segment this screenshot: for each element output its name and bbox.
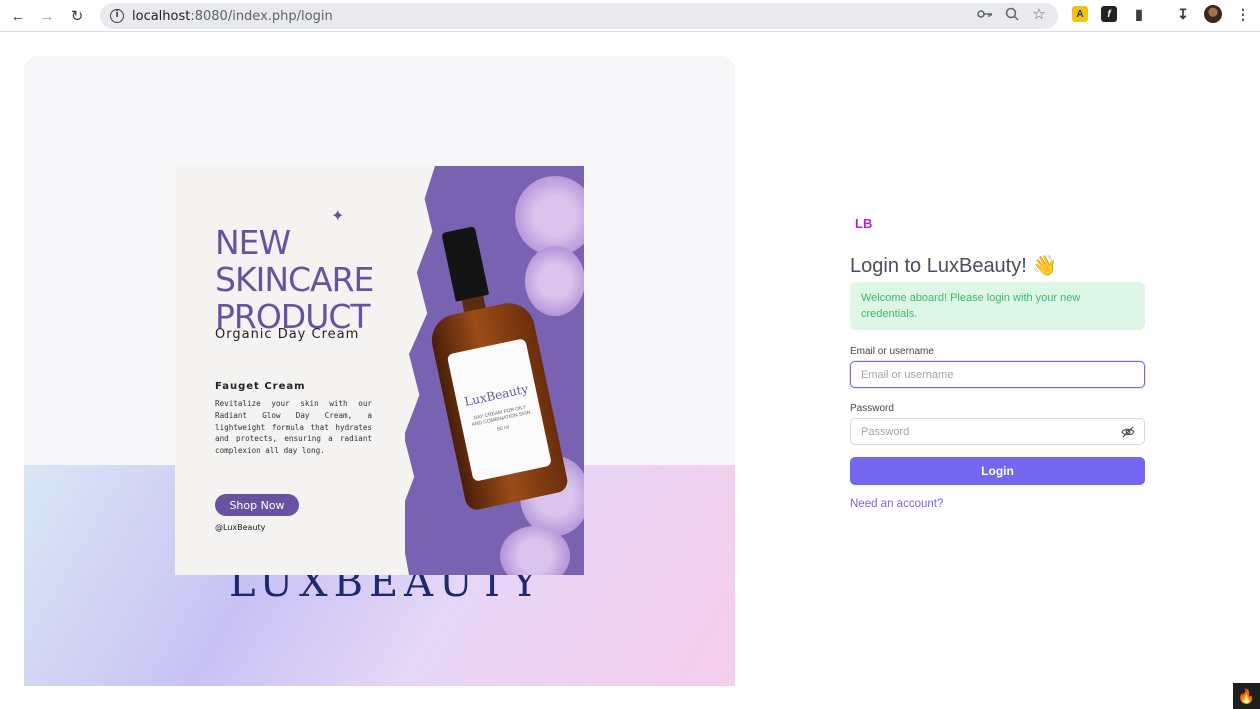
poster-description: Revitalize your skin with our Radiant Gl… — [215, 399, 372, 456]
login-button[interactable]: Login — [850, 457, 1145, 485]
key-icon[interactable] — [977, 6, 993, 22]
poster-handle: @LuxBeauty — [215, 523, 266, 532]
url-path: :8080/index.php/login — [190, 8, 333, 24]
browser-toolbar: ← → ↻ i localhost:8080/index.php/login ☆… — [0, 0, 1260, 32]
extension-badge-icon[interactable]: A — [1072, 6, 1088, 22]
email-field[interactable] — [850, 361, 1145, 388]
need-account-link[interactable]: Need an account? — [850, 498, 943, 510]
reload-icon[interactable]: ↻ — [66, 5, 88, 27]
url-host: localhost — [132, 8, 191, 24]
poster-title: NEW SKINCARE PRODUCT — [215, 223, 374, 335]
shop-now-button: Shop Now — [215, 494, 299, 516]
puzzle-icon[interactable]: ▮ — [1131, 6, 1147, 22]
info-icon[interactable]: i — [110, 9, 124, 23]
password-field[interactable] — [850, 418, 1145, 445]
avatar[interactable] — [1204, 5, 1222, 23]
sparkle-icon: ✦ — [331, 208, 345, 225]
product-poster: ✦ NEW SKINCARE PRODUCT Organic Day Cream… — [175, 166, 584, 575]
poster-title-line: NEW — [215, 223, 291, 262]
bottle-cap — [441, 226, 490, 302]
zoom-icon[interactable] — [1004, 6, 1020, 22]
download-icon[interactable]: ↧ — [1175, 6, 1191, 22]
back-icon[interactable]: ← — [7, 5, 29, 27]
success-alert: Welcome aboard! Please login with your n… — [850, 282, 1145, 330]
address-bar[interactable]: i localhost:8080/index.php/login — [100, 3, 1058, 29]
password-label: Password — [850, 403, 894, 414]
star-icon[interactable]: ☆ — [1031, 6, 1047, 23]
url-text[interactable]: localhost:8080/index.php/login — [132, 9, 333, 24]
poster-product-name: Fauget Cream — [215, 381, 306, 392]
poster-subtitle: Organic Day Cream — [215, 327, 360, 342]
brand-logo[interactable]: LB — [855, 216, 872, 231]
forward-icon[interactable]: → — [36, 5, 58, 27]
font-extension-icon[interactable]: f — [1101, 6, 1117, 22]
email-label: Email or username — [850, 346, 934, 357]
eye-off-icon[interactable] — [1120, 424, 1136, 440]
flame-icon[interactable]: 🔥 — [1233, 683, 1260, 709]
page-title: Login to LuxBeauty! 👋 — [850, 255, 1058, 277]
poster-title-line: SKINCARE — [215, 260, 374, 299]
menu-icon[interactable]: ⋮ — [1235, 6, 1251, 22]
